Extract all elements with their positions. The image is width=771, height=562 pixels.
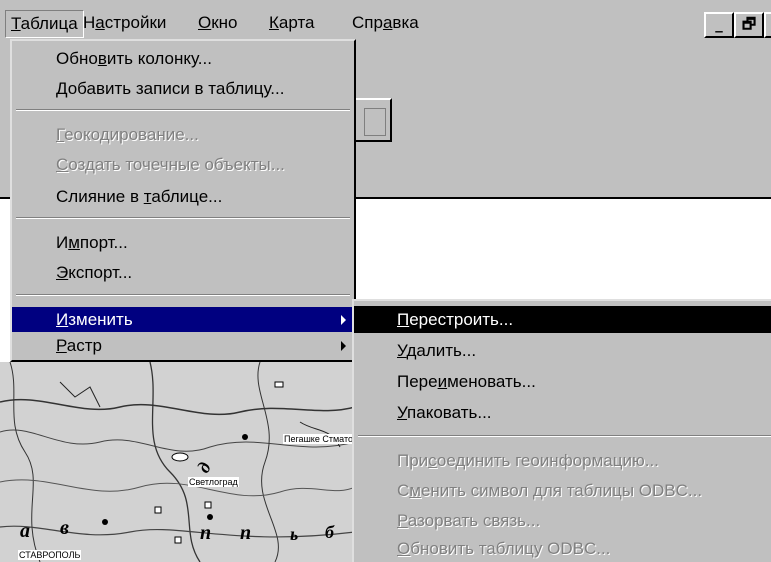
menu-separator xyxy=(16,294,350,296)
table-menu: Обновить колонку... Добавить записи в та… xyxy=(10,39,356,362)
menu-item-geocode: Геокодирование... xyxy=(56,125,199,144)
close-button[interactable]: × xyxy=(764,12,771,38)
submenu-item-restructure[interactable]: Перестроить... xyxy=(354,306,771,333)
menu-separator xyxy=(16,217,350,219)
map-view[interactable]: а в д п б ь п СТАВРОПОЛЬ Светлоград Пега… xyxy=(0,362,355,562)
restore-button[interactable]: 🗗 xyxy=(734,12,764,38)
toolbar-button-icon xyxy=(364,108,386,136)
menu-item-maintenance[interactable]: Изменить xyxy=(12,307,354,332)
menu-item-update-column[interactable]: Обновить колонку... xyxy=(12,46,354,71)
menu-item-combine-objects[interactable]: Слияние в таблице... xyxy=(12,184,354,209)
menu-table[interactable]: Таблица xyxy=(5,10,84,38)
submenu-item-unlink: Разорвать связь... xyxy=(397,511,541,530)
submenu-item-rename[interactable]: Переименовать... xyxy=(354,368,771,395)
menu-item-export[interactable]: Экспорт... xyxy=(12,260,354,285)
map-place-name: Светлоград xyxy=(188,477,239,487)
submenu-arrow-icon xyxy=(341,341,346,351)
menu-separator xyxy=(16,109,350,111)
menu-item-import[interactable]: Импорт... xyxy=(12,230,354,255)
menu-item-create-points: Создать точечные объекты... xyxy=(56,155,285,174)
map-graphic xyxy=(0,362,355,562)
menu-item-raster[interactable]: Растр xyxy=(12,333,354,358)
submenu-arrow-icon xyxy=(341,315,346,325)
map-label: в xyxy=(60,517,69,539)
menu-window[interactable]: Окно xyxy=(195,11,241,35)
map-label: п xyxy=(200,522,212,544)
menu-settings[interactable]: Настройки xyxy=(80,11,169,35)
map-place-name: СТАВРОПОЛЬ xyxy=(18,550,82,560)
map-label: п xyxy=(240,522,252,544)
menu-bar: Таблица Настройки Окно Карта Справка _ 🗗… xyxy=(0,0,771,44)
submenu-item-refresh-odbc: Обновить таблицу ODBC... xyxy=(397,539,611,558)
map-label: ь xyxy=(290,524,299,544)
submenu-item-make-geo: Присоединить геоинформацию... xyxy=(397,451,659,470)
submenu-item-change-symbol-odbc: Сменить символ для таблицы ODBC... xyxy=(397,481,703,500)
menu-help[interactable]: Справка xyxy=(349,11,422,35)
map-label: а xyxy=(20,520,30,542)
minimize-button[interactable]: _ xyxy=(704,12,734,38)
map-label: б xyxy=(325,522,334,542)
menu-map[interactable]: Карта xyxy=(266,11,318,35)
map-place-name: Пегашке Стмато xyxy=(283,434,354,444)
submenu-item-pack[interactable]: Упаковать... xyxy=(354,399,771,426)
menu-separator xyxy=(358,435,771,437)
submenu-item-delete[interactable]: Удалить... xyxy=(354,337,771,364)
menu-item-append-rows[interactable]: Добавить записи в таблицу... xyxy=(12,76,354,101)
toolbar-button[interactable] xyxy=(352,98,392,142)
maintenance-submenu: Перестроить... Удалить... Переименовать.… xyxy=(352,299,771,562)
